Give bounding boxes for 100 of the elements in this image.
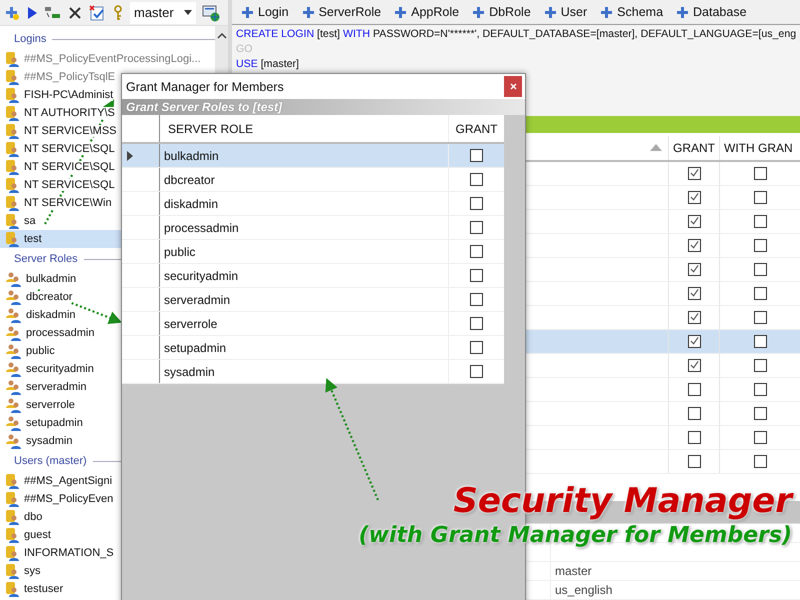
checkbox[interactable]	[688, 382, 700, 396]
close-icon	[510, 83, 516, 90]
table-cell-text: serveradmin	[163, 292, 232, 308]
tree-item[interactable]: serveradmin	[0, 378, 215, 396]
checkbox[interactable]	[754, 262, 766, 276]
checkbox[interactable]	[754, 166, 766, 180]
checkbox[interactable]	[754, 190, 766, 204]
group-icon	[5, 379, 23, 395]
property-value: us_english	[550, 581, 800, 599]
close-button[interactable]	[504, 76, 522, 97]
add-object-button[interactable]: DbRole	[467, 3, 537, 22]
plus-icon	[473, 6, 484, 18]
section-header: Server Roles	[14, 253, 78, 265]
user-icon	[5, 527, 21, 543]
checkbox[interactable]	[754, 430, 766, 444]
checkbox[interactable]	[754, 214, 766, 228]
group-icon	[5, 415, 23, 431]
checkbox[interactable]	[470, 341, 483, 354]
checkbox[interactable]	[688, 430, 700, 444]
checkbox[interactable]	[688, 214, 700, 228]
table-cell-text: serverrole	[163, 316, 218, 332]
user-icon	[5, 69, 21, 85]
column-header[interactable]: GRANT	[668, 136, 719, 160]
plus-icon	[601, 6, 612, 18]
add-object-button[interactable]: ServerRole	[296, 3, 388, 22]
group-icon	[5, 361, 23, 377]
section-header: Users (master)	[14, 455, 87, 467]
column-header[interactable]: GRANT	[448, 115, 504, 142]
close-icon[interactable]	[68, 6, 82, 20]
checkbox[interactable]	[754, 406, 766, 420]
tree-item[interactable]: setupadmin	[0, 414, 215, 432]
dialog-subtitle: Grant Server Roles to [test]	[122, 99, 525, 115]
caret-icon	[184, 10, 192, 15]
section-header: Logins	[14, 33, 46, 45]
add-object-button[interactable]: Schema	[595, 3, 670, 22]
column-header[interactable]: WITH GRAN	[719, 136, 800, 160]
document-check-icon[interactable]	[88, 4, 106, 22]
checkbox[interactable]	[470, 221, 483, 234]
checkbox[interactable]	[688, 310, 700, 324]
checkbox[interactable]	[470, 365, 483, 378]
checkbox[interactable]	[688, 358, 700, 372]
add-object-button[interactable]: Login	[236, 3, 295, 22]
checkbox[interactable]	[754, 334, 766, 348]
checkbox[interactable]	[754, 310, 766, 324]
scroll-up-icon[interactable]	[216, 33, 226, 39]
tree-item[interactable]: guest	[0, 526, 215, 544]
tree-item[interactable]: dbo	[0, 508, 215, 526]
user-icon	[5, 87, 21, 103]
group-icon	[5, 343, 23, 359]
caption-subtitle: (with Grant Manager for Members)	[358, 522, 792, 550]
checkbox[interactable]	[470, 317, 483, 330]
checkbox[interactable]	[688, 238, 700, 252]
checkbox[interactable]	[688, 454, 700, 468]
group-icon	[5, 397, 23, 413]
checkbox[interactable]	[470, 149, 483, 162]
plus-icon	[677, 6, 688, 18]
checkbox[interactable]	[754, 358, 766, 372]
checkbox[interactable]	[754, 286, 766, 300]
group-icon	[5, 271, 23, 287]
key-icon[interactable]	[112, 4, 124, 20]
checkbox[interactable]	[470, 269, 483, 282]
tree-item[interactable]: sysadmin	[0, 432, 215, 450]
group-icon	[5, 289, 23, 305]
checkbox[interactable]	[688, 166, 700, 180]
add-object-button[interactable]: Database	[671, 3, 753, 22]
table-cell-text: setupadmin	[163, 340, 228, 356]
add-object-button[interactable]: AppRole	[389, 3, 466, 22]
tree-item[interactable]: ##MS_AgentSigni	[0, 472, 215, 490]
group-icon	[5, 307, 23, 323]
tree-item[interactable]: INFORMATION_S	[0, 544, 215, 562]
checkbox[interactable]	[754, 238, 766, 252]
add-object-button[interactable]: User	[538, 3, 594, 22]
database-dropdown[interactable]: master	[130, 2, 196, 24]
computer-globe-icon[interactable]	[202, 4, 220, 22]
checkbox[interactable]	[470, 245, 483, 258]
checkbox[interactable]	[470, 197, 483, 210]
column-header[interactable]: SERVER ROLE	[160, 115, 448, 142]
code-line: USE [master]	[236, 57, 300, 72]
tree-item[interactable]: ##MS_PolicyEven	[0, 490, 215, 508]
tree-item[interactable]: testuser	[0, 580, 215, 598]
table-cell-text: sysadmin	[163, 364, 216, 380]
user-icon	[5, 195, 21, 211]
tree-item[interactable]: sys	[0, 562, 215, 580]
checkbox[interactable]	[688, 190, 700, 204]
tree-item[interactable]: serverrole	[0, 396, 215, 414]
checkbox[interactable]	[688, 334, 700, 348]
checkbox[interactable]	[688, 286, 700, 300]
checkbox[interactable]	[688, 406, 700, 420]
run-icon[interactable]	[26, 6, 38, 20]
checkbox[interactable]	[470, 293, 483, 306]
checkbox[interactable]	[754, 454, 766, 468]
checkbox[interactable]	[688, 262, 700, 276]
user-icon	[5, 213, 21, 229]
add-star-icon[interactable]	[4, 4, 20, 20]
checkbox[interactable]	[470, 173, 483, 186]
table-cell-text: dbcreator	[163, 172, 216, 188]
user-icon	[5, 581, 21, 597]
user-icon	[5, 473, 21, 489]
plus-icon	[544, 6, 556, 18]
checkbox[interactable]	[754, 382, 766, 396]
